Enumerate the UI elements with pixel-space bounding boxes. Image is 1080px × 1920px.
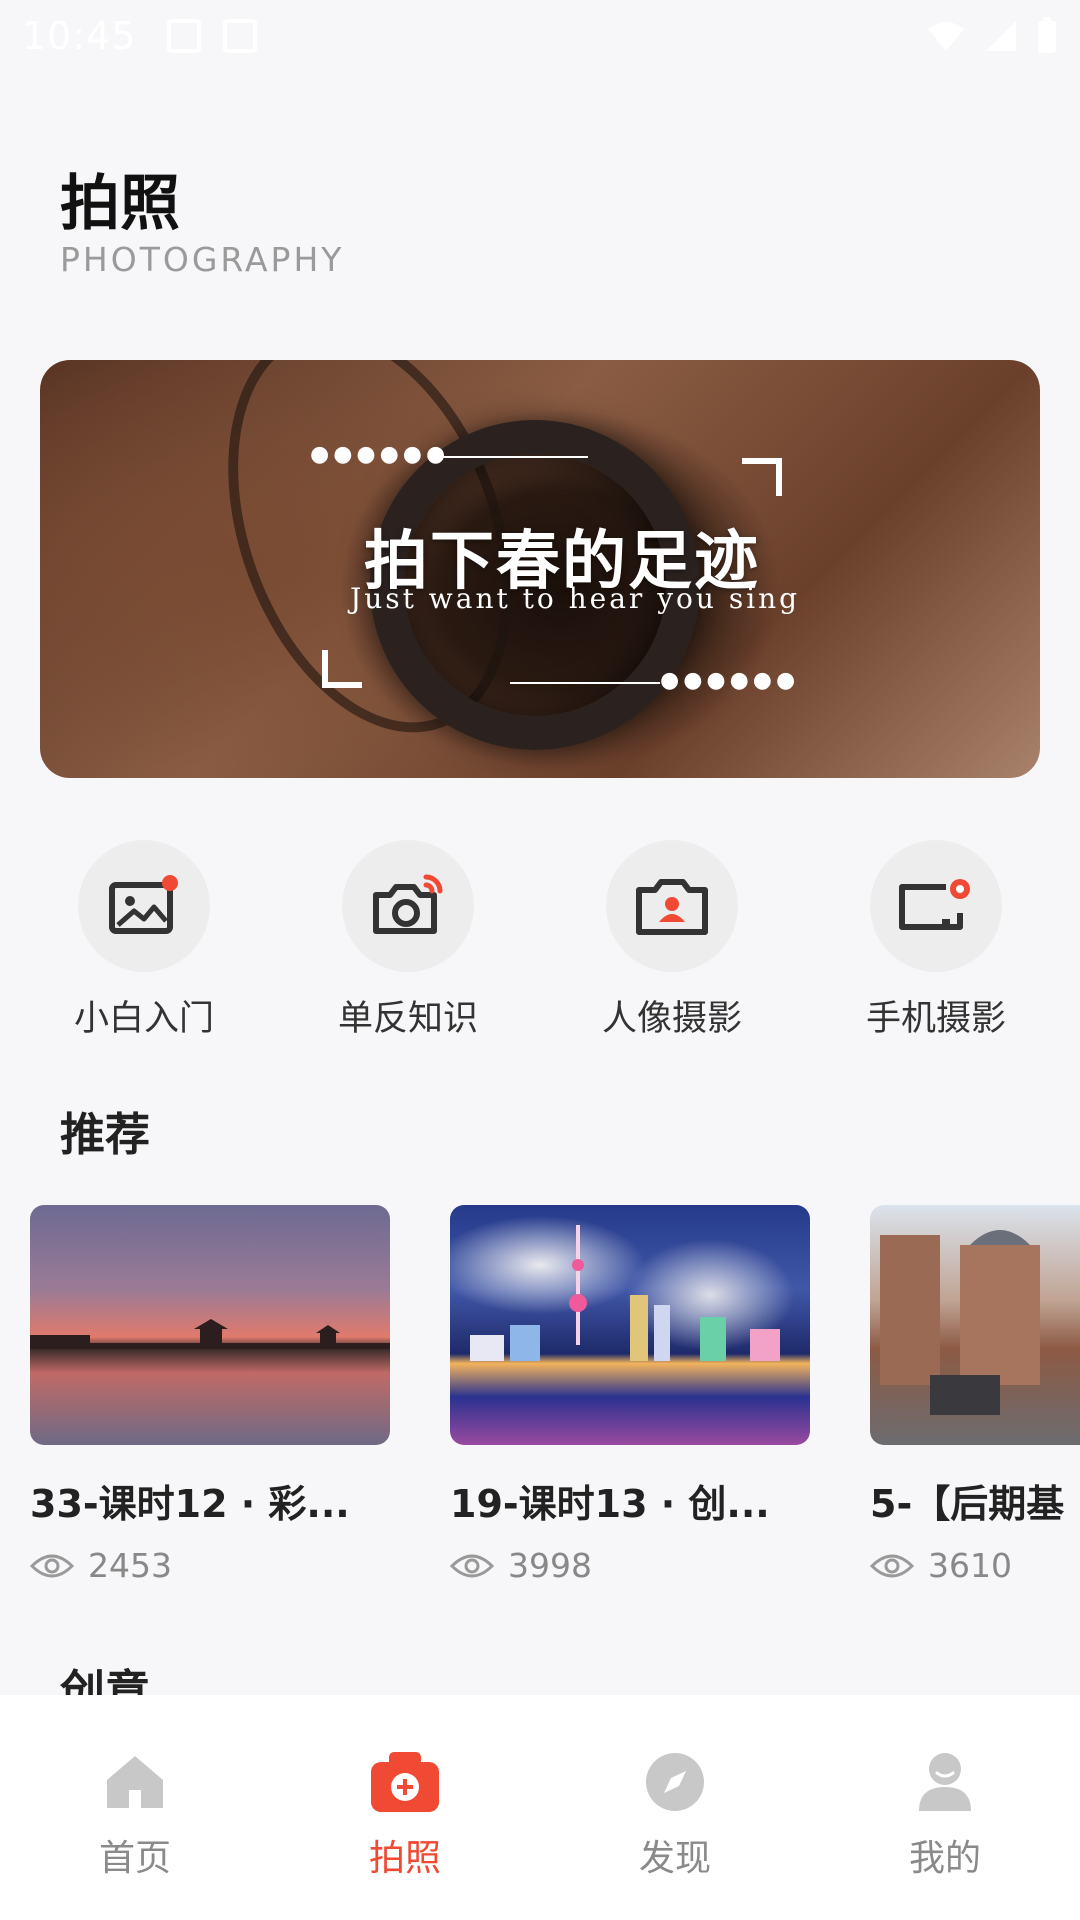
view-count: 3610 bbox=[870, 1546, 1080, 1585]
category-icon-circle bbox=[606, 840, 738, 972]
home-icon bbox=[107, 1756, 163, 1808]
banner-corner-top-right bbox=[742, 458, 782, 496]
nav-label: 发现 bbox=[638, 1838, 711, 1879]
app-notification-icon bbox=[222, 19, 257, 53]
camera-icon bbox=[373, 874, 443, 934]
course-title: 5-【后期基 bbox=[870, 1482, 1065, 1526]
bridge-silhouette bbox=[30, 1319, 390, 1349]
user-icon bbox=[919, 1753, 971, 1811]
eye-icon bbox=[30, 1554, 74, 1577]
category-phone[interactable]: 手机摄影 bbox=[826, 840, 1046, 1041]
notification-icons bbox=[166, 19, 257, 53]
category-label: 小白入门 bbox=[73, 999, 214, 1039]
course-thumbnail bbox=[30, 1205, 390, 1445]
course-title: 33-课时12 · 彩... bbox=[30, 1482, 350, 1526]
banner-line-bottom bbox=[510, 682, 660, 684]
category-portrait[interactable]: 人像摄影 bbox=[562, 840, 782, 1041]
nav-item-home[interactable]: 首页 bbox=[0, 1695, 270, 1920]
recommended-card-list[interactable]: 33-课时12 · 彩... 2453 19-课时13 · 创... 3998 … bbox=[0, 1205, 1080, 1605]
category-label: 手机摄影 bbox=[865, 999, 1006, 1039]
camera-plus-icon bbox=[371, 1752, 439, 1812]
banner-tagline: Just want to hear you sing bbox=[350, 582, 801, 615]
nav-label: 首页 bbox=[98, 1838, 171, 1879]
category-icon-circle bbox=[870, 840, 1002, 972]
signal-icon bbox=[986, 21, 1016, 51]
picture-icon bbox=[109, 875, 178, 934]
course-card[interactable]: 19-课时13 · 创... 3998 bbox=[450, 1205, 810, 1585]
skyline-silhouette bbox=[470, 1225, 780, 1361]
nav-label: 拍照 bbox=[368, 1838, 441, 1879]
nav-item-photo[interactable]: 拍照 bbox=[270, 1695, 540, 1920]
status-time: 10:45 bbox=[22, 14, 137, 58]
system-icons bbox=[926, 17, 1058, 55]
wifi-icon bbox=[928, 22, 964, 51]
course-title: 19-课时13 · 创... bbox=[450, 1482, 770, 1526]
category-label: 单反知识 bbox=[337, 999, 478, 1039]
portrait-camera-icon bbox=[636, 879, 708, 935]
nav-item-profile[interactable]: 我的 bbox=[810, 1695, 1080, 1920]
category-icon-circle bbox=[342, 840, 474, 972]
category-label: 人像摄影 bbox=[601, 999, 742, 1039]
banner-dots-bottom: ●●●●●● bbox=[660, 668, 800, 693]
view-count-value: 3998 bbox=[508, 1546, 592, 1585]
building-silhouette bbox=[880, 1230, 1040, 1415]
nav-item-discover[interactable]: 发现 bbox=[540, 1695, 810, 1920]
view-count: 2453 bbox=[30, 1546, 390, 1585]
view-count-value: 3610 bbox=[928, 1546, 1012, 1585]
nav-icon-wrapper bbox=[0, 1747, 270, 1817]
compass-icon bbox=[646, 1753, 704, 1811]
page-title: 拍照 bbox=[60, 169, 180, 239]
nav-icon-wrapper bbox=[540, 1747, 810, 1817]
nav-icon-wrapper bbox=[270, 1747, 540, 1817]
course-thumbnail bbox=[870, 1205, 1080, 1445]
bottom-navigation: 首页 拍照 发现 我的 bbox=[0, 1695, 1080, 1920]
section-heading-recommended: 推荐 bbox=[60, 1108, 151, 1161]
image-notification-icon bbox=[166, 19, 201, 53]
nav-icon-wrapper bbox=[810, 1747, 1080, 1817]
course-card[interactable]: 5-【后期基 3610 bbox=[870, 1205, 1080, 1585]
banner-line-top bbox=[440, 456, 588, 458]
banner-corner-bottom-left bbox=[322, 650, 362, 688]
view-count-value: 2453 bbox=[88, 1546, 172, 1585]
nav-label: 我的 bbox=[908, 1838, 981, 1879]
category-icon-circle bbox=[78, 840, 210, 972]
eye-icon bbox=[450, 1554, 494, 1577]
category-beginner[interactable]: 小白入门 bbox=[34, 840, 254, 1041]
category-grid: 小白入门 单反知识 人像摄影 手机摄影 bbox=[0, 840, 1080, 1040]
phone-camera-icon bbox=[899, 879, 970, 930]
promo-banner[interactable]: ●●●●●● 拍下春的足迹 Just want to hear you sing… bbox=[40, 360, 1040, 778]
banner-dots-top: ●●●●●● bbox=[310, 442, 450, 467]
photography-screen: 10:45 拍照 PHOTOGRAPHY ●●●●●● 拍下春的足迹 Just … bbox=[0, 0, 1080, 1920]
status-bar: 10:45 bbox=[0, 0, 1080, 72]
course-card[interactable]: 33-课时12 · 彩... 2453 bbox=[30, 1205, 390, 1585]
view-count: 3998 bbox=[450, 1546, 810, 1585]
battery-icon bbox=[1038, 17, 1056, 53]
eye-icon bbox=[870, 1554, 914, 1577]
page-subtitle: PHOTOGRAPHY bbox=[60, 240, 345, 279]
category-dslr[interactable]: 单反知识 bbox=[298, 840, 518, 1041]
course-thumbnail bbox=[450, 1205, 810, 1445]
